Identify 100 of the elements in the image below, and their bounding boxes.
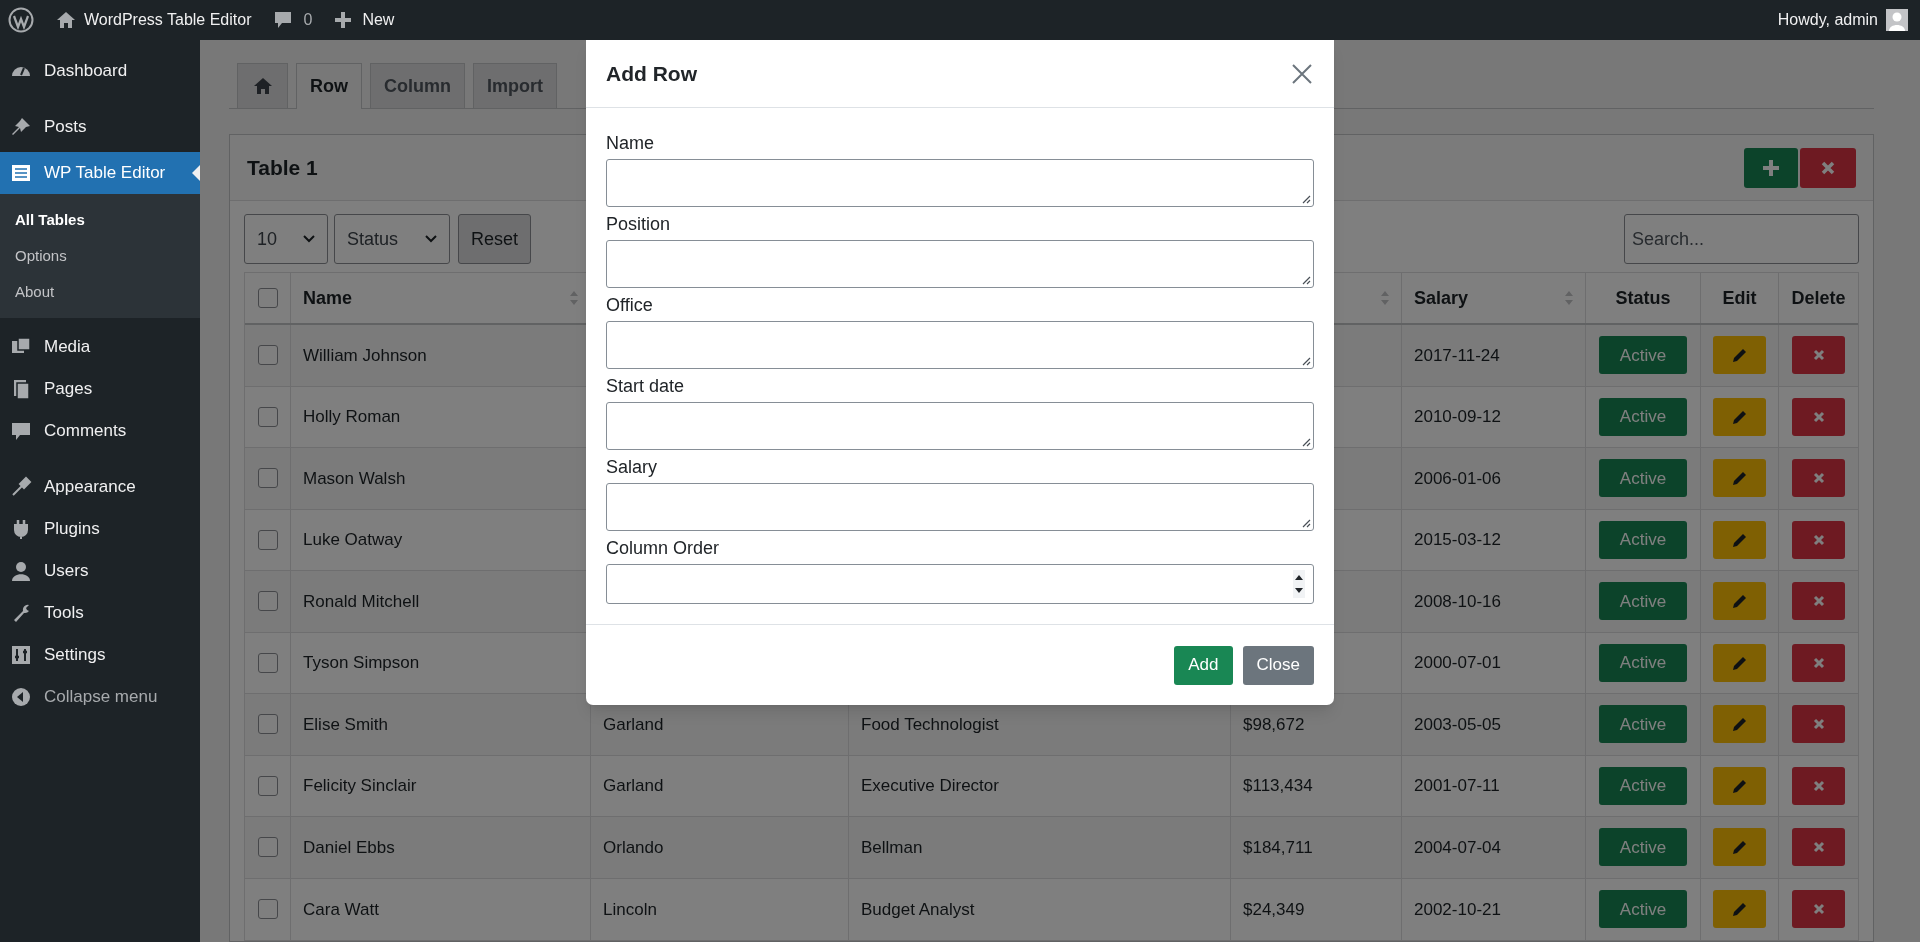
- speech-bubble-icon: [273, 10, 294, 30]
- close-button[interactable]: [1290, 61, 1314, 86]
- delete-button[interactable]: [1792, 397, 1845, 436]
- checkbox[interactable]: [257, 468, 278, 489]
- sidebar-item[interactable]: Media: [0, 326, 200, 368]
- plus-icon: [334, 11, 353, 29]
- sidebar-item[interactable]: Comments: [0, 410, 200, 452]
- sidebar-item[interactable]: Appearance: [0, 466, 200, 508]
- table-cell-text: 2017-11-24: [1414, 344, 1500, 367]
- table-cell-text: Felicity Sinclair: [303, 775, 417, 797]
- sidebar-item[interactable]: Plugins: [0, 508, 200, 550]
- edit-button[interactable]: [1713, 336, 1766, 375]
- number-field[interactable]: [606, 564, 1314, 604]
- column-header[interactable]: Edit: [1722, 284, 1757, 312]
- edit-button[interactable]: [1713, 766, 1766, 805]
- page-size-select[interactable]: 10: [244, 214, 328, 264]
- status-button[interactable]: Active: [1599, 582, 1687, 621]
- edit-button[interactable]: [1713, 520, 1766, 559]
- delete-button[interactable]: [1792, 643, 1845, 682]
- site-name-link[interactable]: WordPress Table Editor: [56, 8, 252, 32]
- sidebar-item[interactable]: Posts: [0, 106, 200, 148]
- checkbox[interactable]: [257, 899, 278, 920]
- submenu-item[interactable]: Options: [0, 238, 200, 274]
- add-table-button[interactable]: [1744, 147, 1798, 188]
- column-header[interactable]: Delete: [1791, 284, 1846, 312]
- status-select[interactable]: Status: [334, 214, 450, 264]
- checkbox[interactable]: [257, 775, 278, 796]
- delete-button[interactable]: [1792, 766, 1845, 805]
- add-button[interactable]: Add: [1174, 645, 1233, 685]
- chevron-down-icon: [303, 235, 315, 243]
- checkbox[interactable]: [257, 288, 278, 308]
- edit-button[interactable]: [1713, 582, 1766, 621]
- checkbox[interactable]: [257, 714, 278, 735]
- close-icon: [1292, 63, 1312, 84]
- sidebar-item[interactable]: Users: [0, 550, 200, 592]
- submenu-item[interactable]: All Tables: [0, 202, 200, 238]
- column-header[interactable]: Name: [303, 284, 353, 312]
- checkbox[interactable]: [257, 837, 278, 858]
- status-button[interactable]: Active: [1599, 520, 1687, 559]
- edit-button[interactable]: [1713, 890, 1766, 929]
- text-area[interactable]: [606, 402, 1314, 450]
- sidebar-item[interactable]: Pages: [0, 368, 200, 410]
- status-button[interactable]: Active: [1599, 828, 1687, 867]
- checkbox[interactable]: [257, 529, 278, 550]
- home-icon: [56, 10, 76, 30]
- status-button[interactable]: Active: [1599, 890, 1687, 929]
- sidebar-item[interactable]: Collapse menu: [0, 676, 200, 718]
- text-area[interactable]: [606, 159, 1314, 207]
- tab[interactable]: Import: [473, 63, 557, 108]
- close-icon: [1812, 903, 1825, 916]
- checkbox[interactable]: [257, 652, 278, 673]
- checkbox[interactable]: [257, 345, 278, 366]
- modal-title: Add Row: [606, 60, 697, 87]
- new-link[interactable]: New: [334, 8, 395, 32]
- delete-button[interactable]: [1792, 705, 1845, 744]
- status-button[interactable]: Active: [1599, 459, 1687, 498]
- delete-button[interactable]: [1792, 459, 1845, 498]
- status-button[interactable]: Active: [1599, 705, 1687, 744]
- text-area[interactable]: [606, 483, 1314, 531]
- edit-button[interactable]: [1713, 643, 1766, 682]
- delete-button[interactable]: [1792, 890, 1845, 929]
- search-field[interactable]: Search...: [1624, 214, 1859, 264]
- delete-button[interactable]: [1792, 520, 1845, 559]
- status-button[interactable]: Active: [1599, 766, 1687, 805]
- status-button[interactable]: Active: [1599, 643, 1687, 682]
- text-area[interactable]: [606, 240, 1314, 288]
- close-icon: [1812, 595, 1825, 608]
- comments-link[interactable]: 0: [273, 8, 313, 32]
- text-area[interactable]: [606, 321, 1314, 369]
- sidebar-item[interactable]: Dashboard: [0, 50, 200, 92]
- table-cell-text: Bellman: [861, 836, 923, 859]
- status-button[interactable]: Active: [1599, 397, 1687, 436]
- tab[interactable]: [237, 63, 288, 108]
- table-cell-text: 2004-07-04: [1414, 836, 1501, 859]
- sidebar-item[interactable]: Tools: [0, 592, 200, 634]
- delete-table-button[interactable]: [1800, 147, 1856, 188]
- tab[interactable]: Row: [296, 63, 362, 109]
- checkbox[interactable]: [257, 591, 278, 612]
- edit-button[interactable]: [1713, 705, 1766, 744]
- home-icon: [252, 76, 273, 96]
- close-button[interactable]: Close: [1242, 645, 1314, 685]
- column-header[interactable]: Status: [1615, 284, 1671, 312]
- table-cell-text: 2000-07-01: [1414, 652, 1501, 674]
- status-button[interactable]: Active: [1599, 336, 1687, 375]
- menu-pointer-icon: [192, 165, 200, 181]
- delete-button[interactable]: [1792, 336, 1845, 375]
- reset-button[interactable]: Reset: [458, 214, 531, 264]
- submenu-item[interactable]: About: [0, 274, 200, 310]
- edit-button[interactable]: [1713, 828, 1766, 867]
- checkbox[interactable]: [257, 406, 278, 427]
- delete-button[interactable]: [1792, 828, 1845, 867]
- edit-button[interactable]: [1713, 459, 1766, 498]
- sidebar-item[interactable]: Settings: [0, 634, 200, 676]
- column-header[interactable]: Salary: [1414, 284, 1469, 312]
- delete-button[interactable]: [1792, 582, 1845, 621]
- edit-button[interactable]: [1713, 397, 1766, 436]
- tab[interactable]: Column: [370, 63, 465, 108]
- table-cell-text: $24,349: [1243, 898, 1305, 921]
- account-link[interactable]: Howdy, admin: [1777, 8, 1912, 32]
- sidebar-item[interactable]: WP Table Editor: [0, 152, 200, 194]
